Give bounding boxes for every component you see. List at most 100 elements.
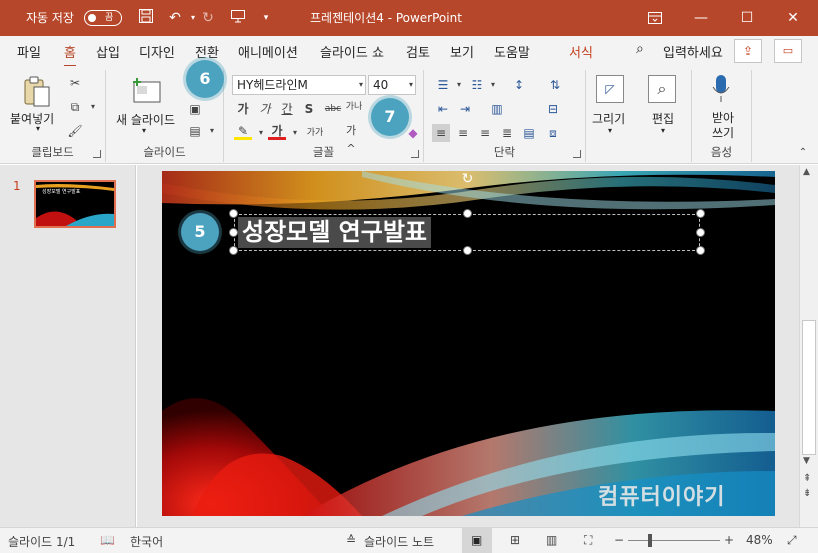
clipboard-launcher-icon[interactable]	[93, 150, 101, 158]
resize-handle-tc[interactable]	[463, 209, 472, 218]
tab-file[interactable]: 파일	[17, 42, 41, 61]
scroll-up-icon[interactable]: ▲	[803, 167, 810, 177]
numbering-dropdown-icon[interactable]: ▾	[484, 76, 502, 94]
bold-button[interactable]: 가	[234, 100, 252, 118]
reading-view-icon[interactable]: ▥	[546, 533, 557, 547]
underline-button[interactable]: 간	[278, 100, 296, 118]
normal-view-button[interactable]: ▣	[462, 528, 492, 553]
vertical-scrollbar[interactable]: ▲ ▼ ⇞ ⇟	[799, 165, 818, 527]
find-icon[interactable]: ⌕	[648, 75, 676, 103]
resize-handle-ml[interactable]	[229, 228, 238, 237]
distributed-icon[interactable]: ▤	[520, 124, 538, 142]
zoom-slider-thumb[interactable]	[648, 534, 652, 547]
next-slide-icon[interactable]: ⇟	[803, 488, 811, 499]
tab-transitions[interactable]: 전환	[195, 42, 219, 61]
search-icon[interactable]: ⌕	[636, 41, 644, 57]
font-name-combo[interactable]: HY헤드라인M ▾	[232, 75, 366, 95]
zoom-out-icon[interactable]: −	[614, 533, 624, 547]
paste-button[interactable]: 붙여넣기	[10, 110, 54, 127]
close-icon[interactable]: ✕	[770, 0, 816, 36]
title-text-selection[interactable]: 성장모델 연구발표	[238, 217, 431, 248]
smartart-icon[interactable]: ⧈	[544, 124, 562, 142]
shadow-button[interactable]: S	[300, 100, 318, 118]
drawing-button[interactable]: 그리기	[592, 110, 625, 127]
customize-qat-icon[interactable]: ▾	[256, 8, 276, 28]
text-direction-icon[interactable]: ⇅	[546, 76, 564, 94]
section-dropdown-icon[interactable]: ▾	[203, 122, 221, 140]
line-spacing-icon[interactable]: ↕	[510, 76, 528, 94]
align-center-icon[interactable]: ≡	[454, 124, 472, 142]
undo-icon[interactable]: ↶	[165, 8, 185, 28]
language-indicator[interactable]: 한국어	[130, 533, 163, 550]
paste-dropdown-icon[interactable]: ▾	[36, 124, 40, 133]
zoom-slider[interactable]	[628, 540, 720, 541]
microphone-icon[interactable]	[712, 74, 730, 107]
new-slide-dropdown-icon[interactable]: ▾	[142, 126, 146, 135]
editing-dropdown-icon[interactable]: ▾	[661, 126, 665, 135]
reset-icon[interactable]: ▣	[186, 100, 204, 118]
clear-formatting-icon[interactable]: ◆	[404, 124, 422, 142]
align-text-icon[interactable]: ⊟	[544, 100, 562, 118]
slide-sorter-icon[interactable]: ⊞	[510, 533, 520, 547]
tab-insert[interactable]: 삽입	[96, 42, 120, 61]
redo-icon[interactable]: ↻	[198, 8, 218, 28]
resize-handle-bc[interactable]	[463, 246, 472, 255]
grow-font-button[interactable]: 가^	[342, 122, 360, 155]
notes-button[interactable]: 슬라이드 노트	[364, 533, 434, 550]
tab-format[interactable]: 서식	[569, 42, 593, 61]
slide-thumbnail[interactable]: 성장모델 연구발표	[34, 180, 116, 228]
tab-view[interactable]: 보기	[450, 42, 474, 61]
ribbon-display-options-icon[interactable]	[632, 0, 678, 36]
paste-icon[interactable]	[22, 76, 52, 111]
slide-canvas[interactable]: 성장모델 연구발표 ↻ 컴퓨터이야기	[162, 171, 775, 516]
resize-handle-bl[interactable]	[229, 246, 238, 255]
resize-handle-tr[interactable]	[696, 209, 705, 218]
slideshow-view-icon[interactable]: ⛶	[584, 533, 592, 548]
tab-home[interactable]: 홈	[64, 42, 76, 67]
change-case-button[interactable]: 가가	[302, 124, 328, 142]
tab-slideshow[interactable]: 슬라이드 쇼	[320, 42, 384, 61]
drawing-dropdown-icon[interactable]: ▾	[608, 126, 612, 135]
zoom-in-icon[interactable]: +	[724, 533, 734, 547]
font-color-button[interactable]: 가	[268, 124, 286, 140]
share-icon[interactable]: ⇪	[734, 39, 762, 63]
increase-indent-icon[interactable]: ⇥	[456, 100, 474, 118]
justify-icon[interactable]: ≣	[498, 124, 516, 142]
font-launcher-icon[interactable]	[411, 150, 419, 158]
section-icon[interactable]: ▤	[186, 122, 204, 140]
minimize-icon[interactable]: —	[678, 0, 724, 36]
dictate-button[interactable]: 받아 쓰기	[709, 111, 737, 141]
maximize-icon[interactable]: ☐	[724, 0, 770, 36]
align-left-icon[interactable]: ≡	[432, 124, 450, 142]
columns-icon[interactable]: ▥	[488, 100, 506, 118]
paragraph-launcher-icon[interactable]	[573, 150, 581, 158]
bullets-dropdown-icon[interactable]: ▾	[450, 76, 468, 94]
autosave-toggle[interactable]: 끔	[84, 10, 122, 26]
new-slide-icon[interactable]	[132, 78, 162, 107]
rotate-handle-icon[interactable]: ↻	[459, 171, 476, 188]
editing-button[interactable]: 편집	[652, 110, 674, 127]
character-spacing-button[interactable]: 가나	[342, 98, 366, 116]
resize-handle-br[interactable]	[696, 246, 705, 255]
comments-icon[interactable]: ▭	[774, 39, 802, 63]
tab-design[interactable]: 디자인	[139, 42, 175, 61]
spell-check-icon[interactable]: 📖	[100, 533, 115, 547]
fit-to-window-icon[interactable]: ⤢	[787, 533, 797, 548]
shapes-icon[interactable]: ◸	[596, 75, 624, 103]
copy-icon[interactable]: ⧉	[66, 98, 84, 116]
format-painter-icon[interactable]: 🖌	[66, 122, 84, 140]
zoom-level[interactable]: 48%	[746, 533, 773, 547]
scroll-down-icon[interactable]: ▼	[803, 456, 810, 466]
tab-review[interactable]: 검토	[406, 42, 430, 61]
italic-button[interactable]: 가	[256, 100, 274, 118]
notes-icon[interactable]: ≙	[346, 533, 356, 547]
tell-me-input[interactable]: 입력하세요	[663, 42, 723, 61]
decrease-indent-icon[interactable]: ⇤	[434, 100, 452, 118]
previous-slide-icon[interactable]: ⇞	[803, 473, 811, 484]
tab-help[interactable]: 도움말	[494, 42, 530, 61]
highlight-color-button[interactable]: ✎	[234, 124, 252, 140]
font-size-dropdown-icon[interactable]: ▾	[409, 76, 413, 94]
tab-animations[interactable]: 애니메이션	[238, 42, 298, 61]
font-size-combo[interactable]: 40 ▾	[368, 75, 416, 95]
scroll-thumb[interactable]	[802, 320, 816, 455]
